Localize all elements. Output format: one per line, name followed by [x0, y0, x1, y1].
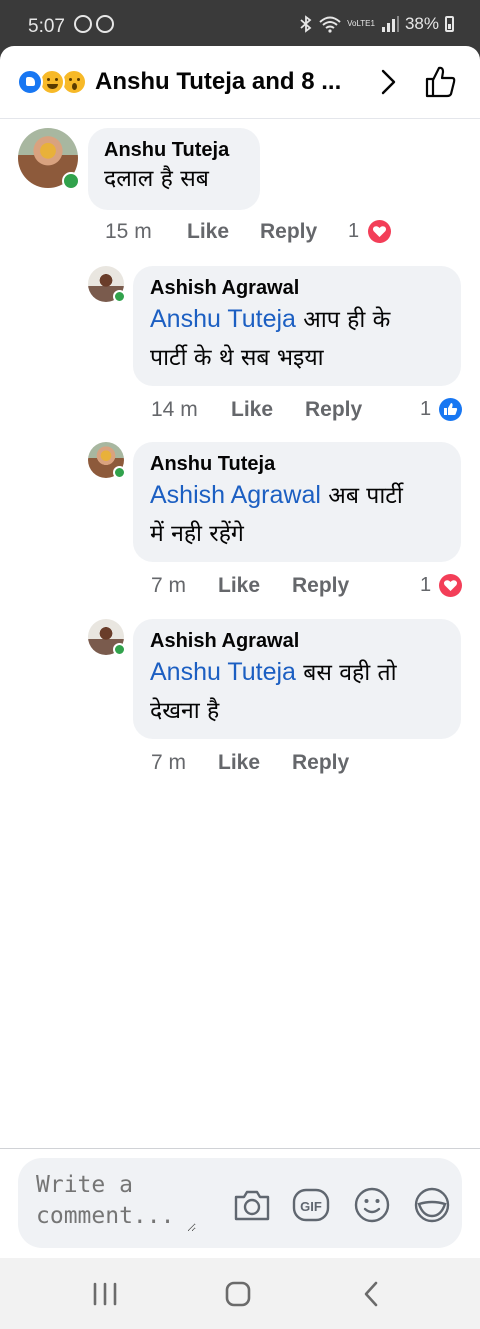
recent-apps-icon[interactable] [88, 1278, 122, 1310]
reaction-count[interactable]: 1 [420, 398, 431, 421]
reply-button[interactable]: Reply [260, 220, 317, 244]
like-button[interactable]: Like [218, 574, 260, 598]
gif-icon[interactable]: GIF [292, 1186, 330, 1224]
sheet-header: Anshu Tuteja and 8 ... [0, 46, 480, 119]
comment: Anshu Tuteja दलाल है सब 15 m Like Reply … [0, 118, 480, 248]
online-status-icon [62, 172, 80, 190]
reaction-summary[interactable] [17, 69, 91, 95]
comment-body: में नही रहेंगे [150, 521, 244, 547]
comment-input[interactable] [36, 1170, 196, 1232]
comment-body: पार्टी के थे सब भइया [150, 345, 324, 371]
reply-comment: Ashish Agrawal Anshu Tuteja आप ही के पार… [0, 256, 480, 426]
signal-icon [381, 16, 399, 32]
online-status-icon [113, 290, 126, 303]
comment-body: दलाल है सब [104, 166, 209, 192]
reply-button[interactable]: Reply [292, 751, 349, 775]
wifi-icon [319, 16, 341, 33]
reply-comment: Ashish Agrawal Anshu Tuteja बस वही तो दे… [0, 609, 480, 779]
sticker-icon[interactable] [413, 1186, 451, 1224]
like-icon [439, 398, 462, 421]
composer-divider [0, 1148, 480, 1149]
comment-author[interactable]: Ashish Agrawal [150, 630, 444, 653]
comment-author[interactable]: Ashish Agrawal [150, 277, 444, 300]
online-status-icon [113, 643, 126, 656]
mention-link[interactable]: Ashish Agrawal [150, 481, 321, 509]
comment-text: Anshu Tuteja बस वही तो देखना है [150, 653, 444, 730]
comment-body: अब पार्टी [320, 483, 403, 509]
reply-comment: Anshu Tuteja Ashish Agrawal अब पार्टी मे… [0, 432, 480, 602]
chevron-right-icon[interactable] [374, 68, 402, 96]
bluetooth-icon [300, 15, 312, 33]
comment-body: बस वही तो [295, 660, 397, 686]
comment-text: Anshu Tuteja आप ही के पार्टी के थे सब भइ… [150, 300, 444, 377]
avatar[interactable] [88, 442, 126, 479]
comment-time: 14 m [151, 398, 198, 421]
avatar[interactable] [18, 128, 80, 190]
system-navigation-bar [0, 1258, 480, 1329]
comment-author[interactable]: Anshu Tuteja [150, 453, 444, 476]
home-icon[interactable] [221, 1278, 255, 1310]
comment-text: दलाल है सब [104, 162, 244, 196]
battery-icon [445, 16, 454, 32]
online-status-icon [113, 466, 126, 479]
whatsapp-notification-icon [74, 15, 92, 33]
reply-button[interactable]: Reply [305, 398, 362, 422]
reaction-count[interactable]: 1 [348, 220, 359, 243]
comment-time: 7 m [151, 751, 187, 774]
reactors-title[interactable]: Anshu Tuteja and 8 ... [95, 68, 341, 96]
emoji-icon[interactable] [353, 1186, 391, 1224]
like-button[interactable]: Like [187, 220, 229, 244]
love-icon [439, 574, 462, 597]
comment-composer: GIF [18, 1158, 462, 1248]
battery-percent: 38% [404, 14, 439, 33]
comment-body: आप ही के [295, 307, 391, 333]
back-icon[interactable] [355, 1278, 389, 1310]
avatar[interactable] [88, 619, 126, 656]
whatsapp-notification-icon [96, 15, 114, 33]
reply-button[interactable]: Reply [292, 574, 349, 598]
comment-time: 7 m [151, 574, 187, 597]
svg-text:GIF: GIF [300, 1199, 322, 1214]
love-icon [368, 220, 391, 243]
like-icon [17, 69, 43, 95]
network-type-label: VoLTE1 [347, 19, 375, 28]
status-bar: 5:07 VoLTE1 38% [0, 0, 480, 46]
mention-link[interactable]: Anshu Tuteja [150, 658, 296, 686]
comment-bubble[interactable]: Anshu Tuteja Ashish Agrawal अब पार्टी मे… [133, 442, 461, 562]
like-button[interactable]: Like [231, 398, 273, 422]
camera-icon[interactable] [233, 1186, 271, 1224]
thumbs-up-icon[interactable] [422, 64, 458, 100]
status-time: 5:07 [28, 16, 65, 37]
comment-author[interactable]: Anshu Tuteja [104, 139, 244, 162]
comment-text: Ashish Agrawal अब पार्टी में नही रहेंगे [150, 476, 444, 553]
avatar[interactable] [88, 266, 126, 303]
comment-bubble[interactable]: Anshu Tuteja दलाल है सब [88, 128, 260, 210]
comment-bubble[interactable]: Ashish Agrawal Anshu Tuteja आप ही के पार… [133, 266, 461, 386]
like-button[interactable]: Like [218, 751, 260, 775]
comment-time: 15 m [105, 220, 152, 243]
mention-link[interactable]: Anshu Tuteja [150, 305, 296, 333]
comment-body: देखना है [150, 698, 220, 724]
comments-sheet: Anshu Tuteja and 8 ... Anshu Tuteja दलाल… [0, 46, 480, 1258]
reaction-count[interactable]: 1 [420, 574, 431, 597]
comment-bubble[interactable]: Ashish Agrawal Anshu Tuteja बस वही तो दे… [133, 619, 461, 739]
